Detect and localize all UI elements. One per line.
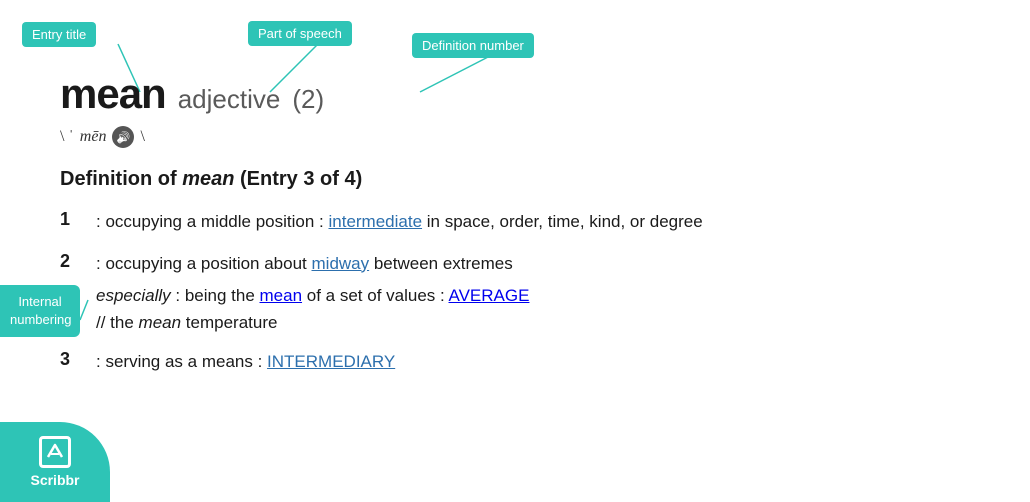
def-1-after: in space, order, time, kind, or degree (422, 212, 703, 231)
scribbr-logo-icon (39, 436, 71, 468)
def-2-sub-before: : being the (171, 286, 260, 305)
phonetic: mēn (80, 128, 107, 146)
def-3-num: 3 (60, 349, 80, 370)
entry-pos: adjective (178, 84, 281, 115)
def-title-word: mean (182, 168, 234, 190)
def-2-sub-after: of a set of values : (302, 286, 448, 305)
def-3-text: : serving as a means : INTERMEDIARY (96, 349, 395, 375)
entry-header: mean adjective (2) (60, 70, 990, 118)
scribbr-logo-text: Scribbr (30, 472, 79, 488)
def-1-before: occupying a middle position : (101, 212, 329, 231)
def-2-main: : occupying a position about midway betw… (96, 251, 529, 277)
definition-3: 3 : serving as a means : INTERMEDIARY (60, 349, 990, 375)
definition-number-label: Definition number (412, 33, 534, 58)
def-2-sub-link-mean[interactable]: mean (260, 286, 303, 305)
pronunciation: \ ˈ mēn \ (60, 126, 990, 148)
def-2-slash: // (96, 313, 110, 332)
def-3-link-intermediary[interactable]: INTERMEDIARY (267, 352, 395, 371)
def-2-sub: especially : being the mean of a set of … (96, 282, 529, 309)
def-2-ex-word: mean (139, 313, 182, 332)
entry-title-label: Entry title (22, 22, 96, 47)
entry-word: mean (60, 70, 166, 118)
definition-2: 2 : occupying a position about midway be… (60, 251, 990, 334)
def-2-ex-before: the (110, 313, 138, 332)
pronunciation-open: \ ˈ (60, 128, 74, 146)
def-title-after: (Entry 3 of 4) (234, 168, 362, 190)
def-title-before: Definition of (60, 168, 182, 190)
def-2-content: : occupying a position about midway betw… (96, 251, 529, 334)
def-1-num: 1 (60, 209, 80, 230)
def-2-ex-after: temperature (181, 313, 277, 332)
def-2-before: occupying a position about (101, 254, 312, 273)
def-2-link-midway[interactable]: midway (312, 254, 370, 273)
definition-title: Definition of mean (Entry 3 of 4) (60, 168, 990, 191)
def-2-after: between extremes (369, 254, 513, 273)
def-2-example: // the mean temperature (96, 313, 529, 333)
scribbr-logo[interactable]: Scribbr (0, 422, 110, 502)
def-3-before: serving as a means : (101, 352, 267, 371)
def-2-especially: especially (96, 286, 171, 305)
scribbr-icon-svg (44, 441, 66, 463)
entry-number: (2) (292, 84, 324, 115)
def-2-num: 2 (60, 251, 80, 272)
speaker-icon[interactable] (112, 126, 134, 148)
def-1-text: : occupying a middle position : intermed… (96, 209, 703, 235)
part-of-speech-label: Part of speech (248, 21, 352, 46)
def-1-link-intermediate[interactable]: intermediate (328, 212, 422, 231)
main-content: mean adjective (2) \ ˈ mēn \ Definition … (60, 70, 990, 391)
pronunciation-close: \ (140, 128, 144, 146)
definition-1: 1 : occupying a middle position : interm… (60, 209, 990, 235)
def-2-sub-link-average[interactable]: AVERAGE (449, 286, 530, 305)
